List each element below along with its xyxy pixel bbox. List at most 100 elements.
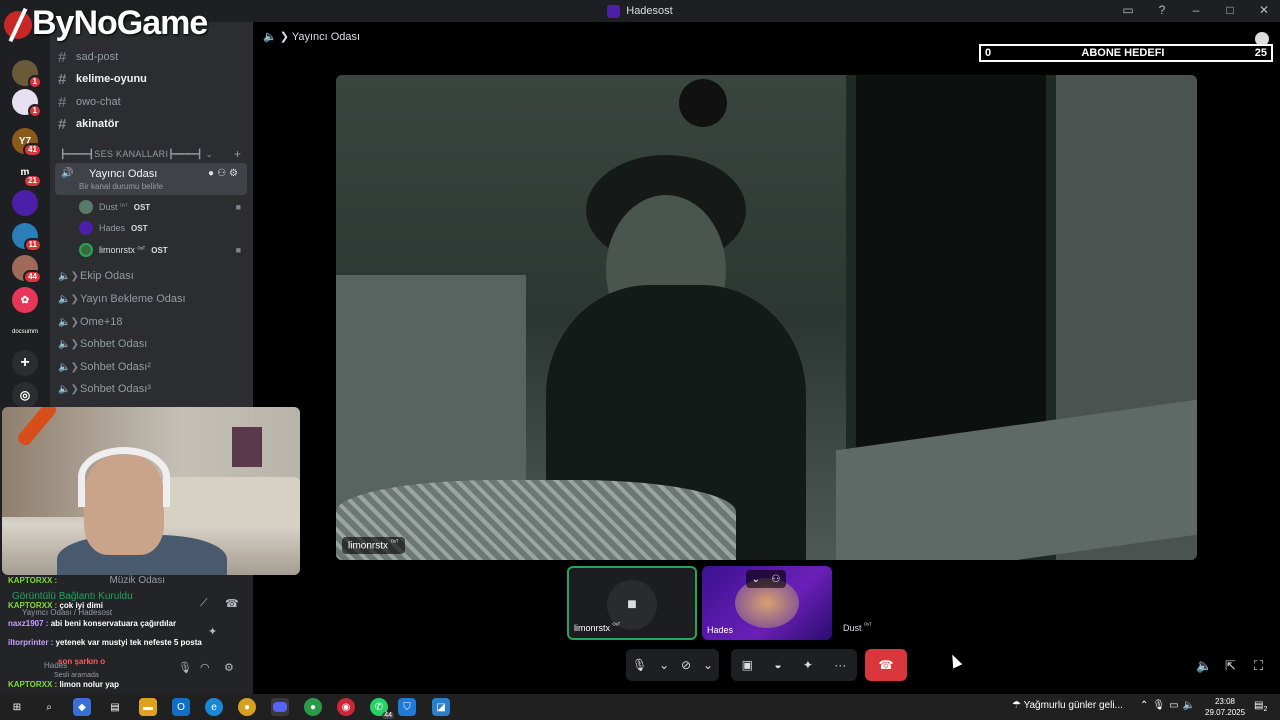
server-icon-1[interactable]: 1 <box>12 60 42 89</box>
discover-icon[interactable]: ◎ <box>12 382 38 408</box>
camera-off-icon[interactable]: ⊘ <box>681 658 691 672</box>
inbox-icon[interactable]: ▭ <box>1120 3 1136 17</box>
chrome-icon[interactable]: ● <box>238 698 256 716</box>
gamepad-icon[interactable]: ◒ <box>774 658 781 672</box>
popout-icon[interactable]: ⇱ <box>1225 658 1236 674</box>
server-icon-4[interactable]: m 21 <box>12 159 42 188</box>
start-icon[interactable]: ⊞ <box>8 698 26 716</box>
mic-icon[interactable]: 🎙 <box>178 661 192 674</box>
text-channel[interactable]: # akinatör <box>58 113 246 135</box>
voice-channel[interactable]: 🔈❯ Ome+18 <box>58 311 246 333</box>
tile-user-name: limonrstx <box>574 623 611 633</box>
paint-icon[interactable]: ◪ <box>432 698 450 716</box>
invite-icon[interactable]: ⚇ <box>217 168 229 179</box>
speaker-icon: 🔈❯ <box>58 316 79 328</box>
fullscreen-icon[interactable]: ⛶ <box>1254 658 1263 674</box>
server-icon-3[interactable]: Y7 41 <box>12 128 42 157</box>
text-channel[interactable]: # sad-post <box>58 46 246 68</box>
disconnect-button[interactable]: ☎ <box>865 649 907 681</box>
taskbar-clock[interactable]: 23:08 29.07.2025 <box>1205 696 1245 718</box>
voice-channel[interactable]: 🔈❯ Ekip Odası <box>58 265 246 287</box>
voice-channel[interactable]: 🔈❯ Yayın Bekleme Odası <box>58 288 246 310</box>
close-icon[interactable]: ✕ <box>1256 3 1272 17</box>
participant-tile[interactable]: ■ limonrstx ᴼˢᵀ <box>567 566 697 640</box>
group-icon[interactable]: ⚇ <box>771 574 780 585</box>
disconnect-noise-icon[interactable]: ⟋ <box>200 597 208 610</box>
help-icon[interactable]: ? <box>1154 3 1170 17</box>
voice-user[interactable]: limonrstx ᴼˢᵀ OST ■ <box>79 240 241 260</box>
soundboard-icon[interactable]: ✦ <box>803 658 813 672</box>
notification-count: 2 <box>1263 706 1268 713</box>
avatar <box>79 243 93 257</box>
text-channel[interactable]: # kelime-oyunu <box>58 68 246 90</box>
network-icon[interactable]: ▭ <box>1169 700 1182 711</box>
voice-channel[interactable]: 🔈❯ Sohbet Odası <box>58 333 246 355</box>
channel-actions[interactable]: ●⚇⚙ <box>208 168 241 179</box>
voice-channel[interactable]: 🔈❯ Sohbet Odası² <box>58 356 246 378</box>
chevron-up-icon[interactable]: ⌃ <box>1140 700 1152 711</box>
speaker-tray-icon[interactable]: 🔈 <box>1183 700 1199 711</box>
discord-icon[interactable] <box>271 698 289 716</box>
chat-text: limon nolur yap <box>59 680 119 689</box>
participant-name: Dust <box>843 623 862 633</box>
volume-icon[interactable]: 🔈 <box>1196 658 1212 674</box>
audio-video-controls: 🎙 ⌄ ⊘ ⌄ <box>626 649 719 681</box>
channel-status[interactable]: Bir kanal durumu belirle <box>79 182 163 191</box>
notification-icon[interactable]: ▤2 <box>1254 700 1267 713</box>
more-icon[interactable]: ··· <box>834 658 846 672</box>
edge-icon[interactable]: e <box>205 698 223 716</box>
voice-channel[interactable]: 🔈❯ Sohbet Odası³ <box>58 378 246 400</box>
tile-hover-controls[interactable]: ⌄ ⚇ <box>746 570 786 588</box>
text-channel[interactable]: # owo-chat <box>58 91 246 113</box>
add-server-icon[interactable]: + <box>12 350 38 376</box>
user-settings-icon[interactable]: ⚙ <box>224 661 234 674</box>
screen-share-icon[interactable]: ▣ <box>742 658 753 672</box>
server-label: docsumm <box>12 329 39 335</box>
file-explorer-icon[interactable]: ▬ <box>139 698 157 716</box>
main-video-stream[interactable]: limonrstx ᴼˢᵀ <box>336 75 1197 560</box>
voice-category[interactable]: ┣━━━━┫SES KANALLARI┣━━━━┫ ⌄ <box>60 149 213 160</box>
server-icon-5[interactable] <box>12 190 38 216</box>
maximize-icon[interactable]: □ <box>1222 3 1238 17</box>
headphones <box>78 447 170 507</box>
chat-extra: Yayıncı Odası / Hadesost <box>22 608 113 617</box>
whatsapp-icon[interactable]: ✆ 44 <box>370 698 394 719</box>
server-icon-2[interactable]: 1 <box>12 89 42 118</box>
chat-icon[interactable]: ● <box>208 168 217 179</box>
chevron-down-icon[interactable]: ⌄ <box>659 658 669 672</box>
participant-tile[interactable]: ⌄ ⚇ Hades <box>702 566 832 640</box>
watermark-text: ByNoGame <box>32 4 208 42</box>
mic-tray-icon[interactable]: 🎙 <box>1152 700 1169 711</box>
server-icon-8[interactable]: ✿ <box>12 287 38 313</box>
obs-icon[interactable]: ◉ <box>337 698 355 716</box>
server-icon-9[interactable]: docsumm <box>12 319 38 345</box>
active-voice-channel[interactable]: 🔊 Yayıncı Odası Bir kanal durumu belirle… <box>55 163 247 195</box>
settings-icon[interactable]: ⚙ <box>229 168 241 179</box>
channel-name: Ekip Odası <box>80 270 134 282</box>
taskview-icon[interactable]: ▤ <box>106 698 124 716</box>
copilot-icon[interactable]: ◆ <box>73 698 91 716</box>
minimize-icon[interactable]: – <box>1188 3 1204 17</box>
window-title: Hadesost <box>626 5 673 17</box>
chrome-profile-icon[interactable]: ● <box>304 698 322 716</box>
chat-line: Hades <box>44 661 67 670</box>
shield-icon[interactable]: ⛉ <box>398 698 416 716</box>
leave-call-icon[interactable]: ☎ <box>225 597 239 610</box>
participant-label[interactable]: Dust ᴼˢᵀ <box>843 623 872 633</box>
chevron-down-icon[interactable]: ⌄ <box>752 574 760 585</box>
voice-user[interactable]: Dust ᴼˢᵀ OST ■ <box>79 197 241 217</box>
search-icon[interactable]: ⌕ <box>40 698 58 716</box>
activity-icon[interactable]: ✦ <box>208 625 217 638</box>
add-channel-icon[interactable]: + <box>234 147 241 161</box>
system-tray[interactable]: ⌃🎙▭🔈 <box>1140 700 1199 711</box>
server-icon-6[interactable]: 11 <box>12 223 42 252</box>
voice-user[interactable]: Hades OST <box>79 218 241 238</box>
chevron-down-icon[interactable]: ⌄ <box>703 658 713 672</box>
outlook-icon[interactable]: O <box>172 698 190 716</box>
weather-widget[interactable]: ☂ Yağmurlu günler geli... <box>1012 700 1123 711</box>
server-icon-7[interactable]: 44 <box>12 255 42 284</box>
headset-icon[interactable]: ◠ <box>200 661 210 674</box>
channel-name: akinatör <box>76 118 119 130</box>
chat-extra: Müzik Odası <box>109 575 166 586</box>
mic-icon[interactable]: 🎙 <box>632 658 647 672</box>
